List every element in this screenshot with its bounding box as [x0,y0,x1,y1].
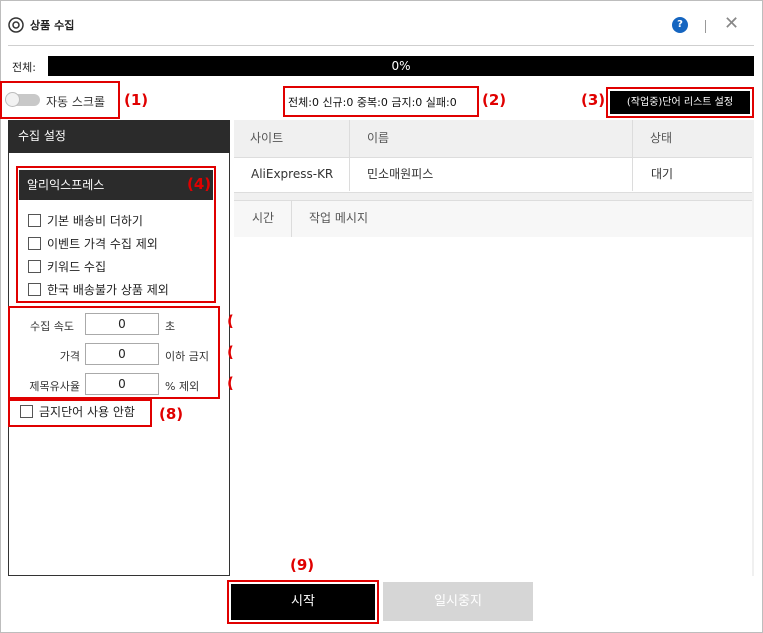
annotation-label-9: (9) [290,556,315,574]
cell-name: 민소매원피스 [367,167,434,181]
log-list[interactable] [234,237,752,576]
annotation-label-8: (8) [159,405,184,423]
column-header-message: 작업 메시지 [309,211,369,225]
speed-label: 수집 속도 [30,320,74,333]
checkbox-keyword-collect[interactable] [28,260,41,273]
settings-panel-header: 수집 설정 [8,120,230,153]
column-divider [632,157,633,191]
column-header-site: 사이트 [250,131,284,145]
title-similarity-input[interactable]: 0 [85,373,159,395]
title-similarity-label: 제목유사율 [29,380,80,393]
toggle-knob[interactable] [5,92,20,107]
titlebar-separator [705,20,706,33]
price-input[interactable]: 0 [85,343,159,365]
auto-scroll-label: 자동 스크롤 [46,95,106,109]
annotation-label-2: (2) [482,91,507,109]
option-label: 한국 배송불가 상품 제외 [47,283,169,297]
title-similarity-suffix: % 제외 [165,380,200,393]
option-label: 기본 배송비 더하기 [47,214,143,228]
checkbox-exclude-event-price[interactable] [28,237,41,250]
progress-bar: 0% [48,56,754,76]
app-logo-icon [8,17,24,33]
option-label: 키워드 수집 [47,260,107,274]
speed-input[interactable]: 0 [85,313,159,335]
column-divider [349,157,350,191]
status-counts: 전체:0 신규:0 중복:0 금지:0 실패:0 [288,96,457,109]
progress-label: 전체: [12,61,36,74]
window-title: 상품 수집 [30,19,75,32]
start-button[interactable]: 시작 [231,584,375,620]
option-label: 이벤트 가격 수집 제외 [47,237,158,251]
column-header-time: 시간 [252,211,275,225]
ban-word-label: 금지단어 사용 안함 [39,405,135,419]
aliexpress-header: 알리익스프레스 [19,170,213,200]
close-icon[interactable]: ✕ [724,14,739,34]
titlebar-divider [8,45,754,46]
column-divider [291,200,292,237]
column-header-status: 상태 [650,131,673,145]
cell-site: AliExpress-KR [251,167,334,181]
column-header-name: 이름 [367,131,390,145]
annotation-label-3: (3) [581,91,606,109]
pause-button[interactable]: 일시중지 [383,582,533,621]
annotation-label-1: (1) [124,91,149,109]
price-label: 가격 [59,350,80,363]
checkbox-add-shipping[interactable] [28,214,41,227]
checkbox-no-ban-words[interactable] [20,405,33,418]
help-icon[interactable]: ? [672,17,688,33]
checkbox-exclude-undeliverable[interactable] [28,283,41,296]
price-suffix: 이하 금지 [165,350,209,363]
cell-status: 대기 [651,167,674,181]
annotation-label-4: (4) [187,175,212,193]
speed-suffix: 초 [165,320,176,333]
word-list-settings-button[interactable]: (작업중)단어 리스트 설정 [610,91,750,114]
